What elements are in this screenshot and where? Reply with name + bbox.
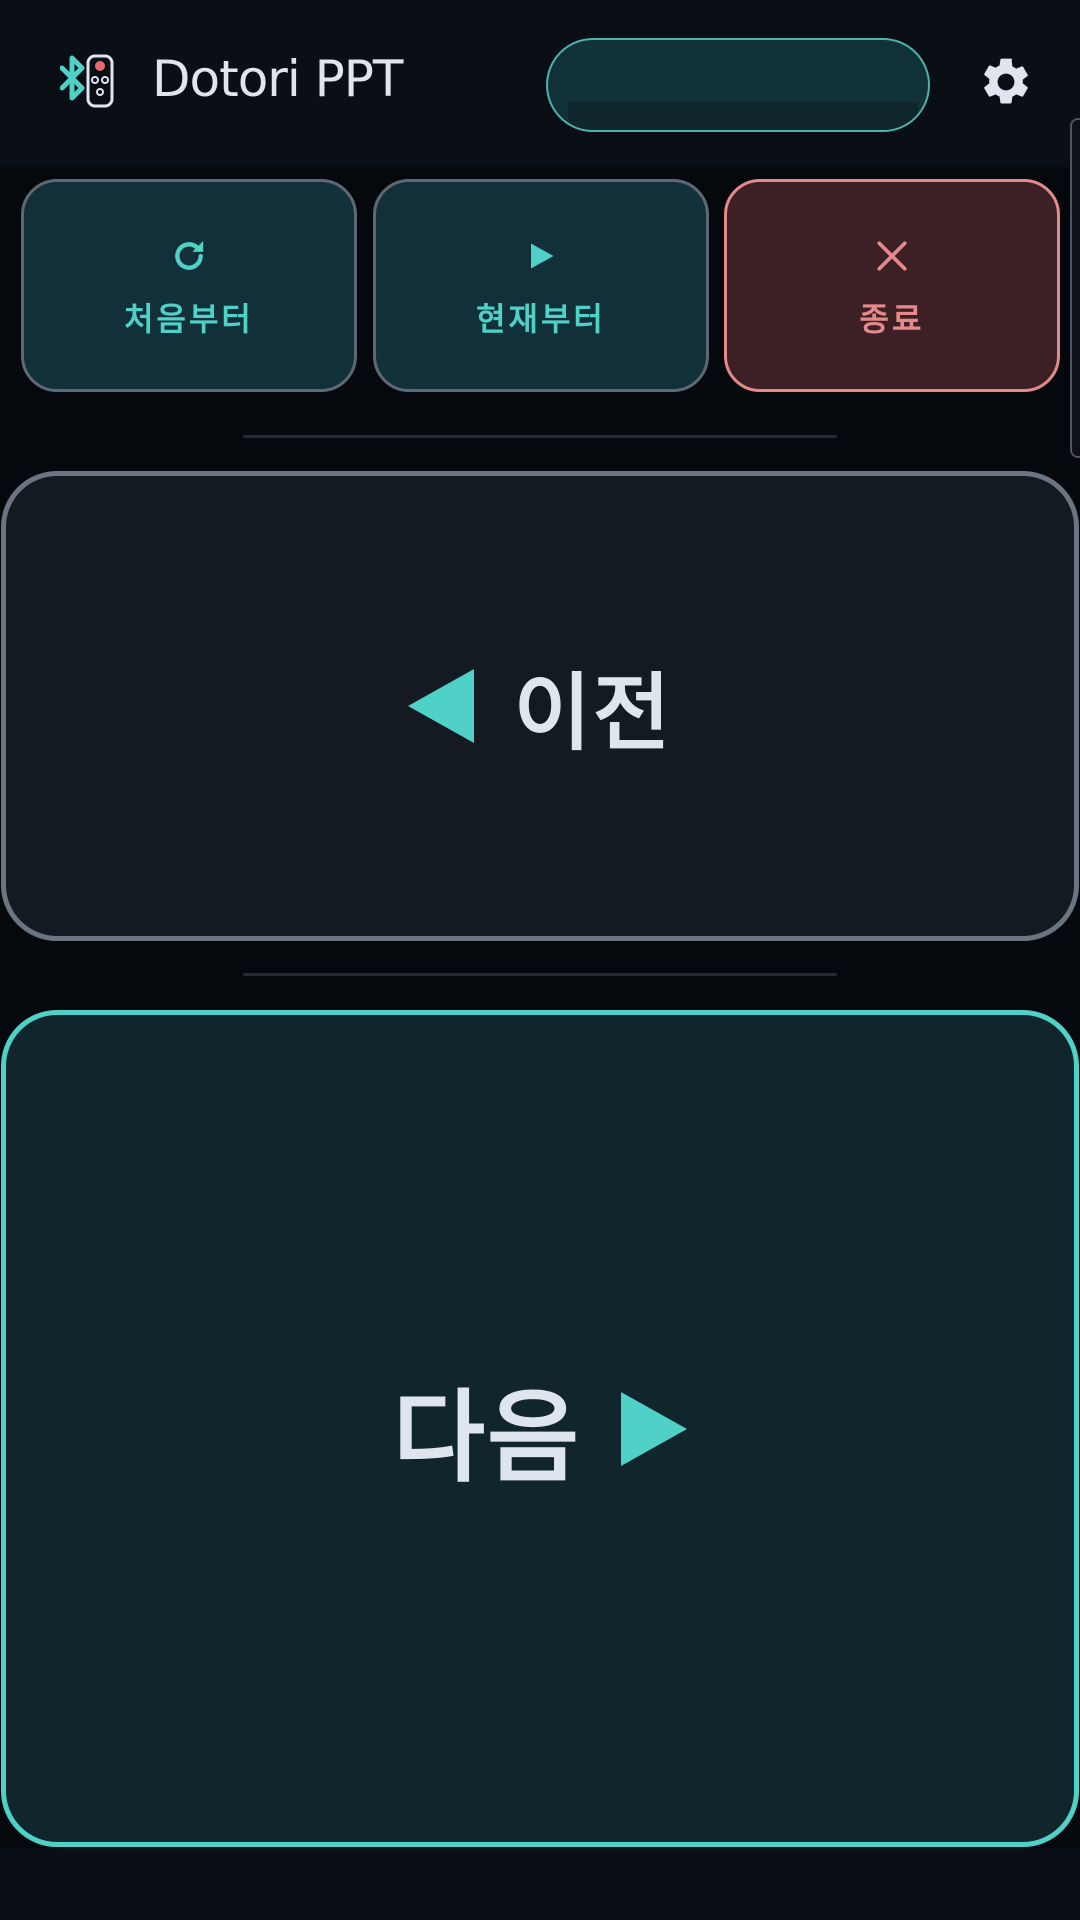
prev-slide-button[interactable]: 이전 xyxy=(1,471,1079,941)
next-slide-button[interactable]: 다음 xyxy=(1,1010,1079,1847)
settings-button[interactable] xyxy=(976,54,1036,114)
close-icon xyxy=(868,232,916,280)
play-icon xyxy=(517,232,565,280)
start-current-label: 현재부터 xyxy=(476,299,606,338)
prev-label: 이전 xyxy=(513,663,673,762)
app-root: Dotori PPT 처음부터 현재부터 종료 이전 다음 xyxy=(0,0,1080,1920)
triangle-left-icon xyxy=(407,669,474,743)
next-label: 다음 xyxy=(393,1379,581,1496)
restart-label: 처음부터 xyxy=(124,299,254,338)
header: Dotori PPT xyxy=(0,0,1080,167)
side-scroll-handle[interactable] xyxy=(1070,118,1080,458)
triangle-right-icon xyxy=(621,1391,687,1466)
exit-button[interactable]: 종료 xyxy=(724,179,1060,392)
app-title: Dotori PPT xyxy=(152,50,403,108)
bottom-bar xyxy=(0,1848,1080,1920)
exit-label: 종료 xyxy=(859,299,925,338)
status-pill-shadow xyxy=(568,102,918,130)
divider-top xyxy=(243,435,837,438)
refresh-icon xyxy=(165,232,213,280)
bluetooth-remote-icon xyxy=(59,54,122,110)
connection-status-pill[interactable] xyxy=(546,38,930,132)
divider-middle xyxy=(243,973,837,976)
start-current-button[interactable]: 현재부터 xyxy=(373,179,709,392)
restart-button[interactable]: 처음부터 xyxy=(21,179,357,392)
gear-icon xyxy=(978,54,1034,114)
